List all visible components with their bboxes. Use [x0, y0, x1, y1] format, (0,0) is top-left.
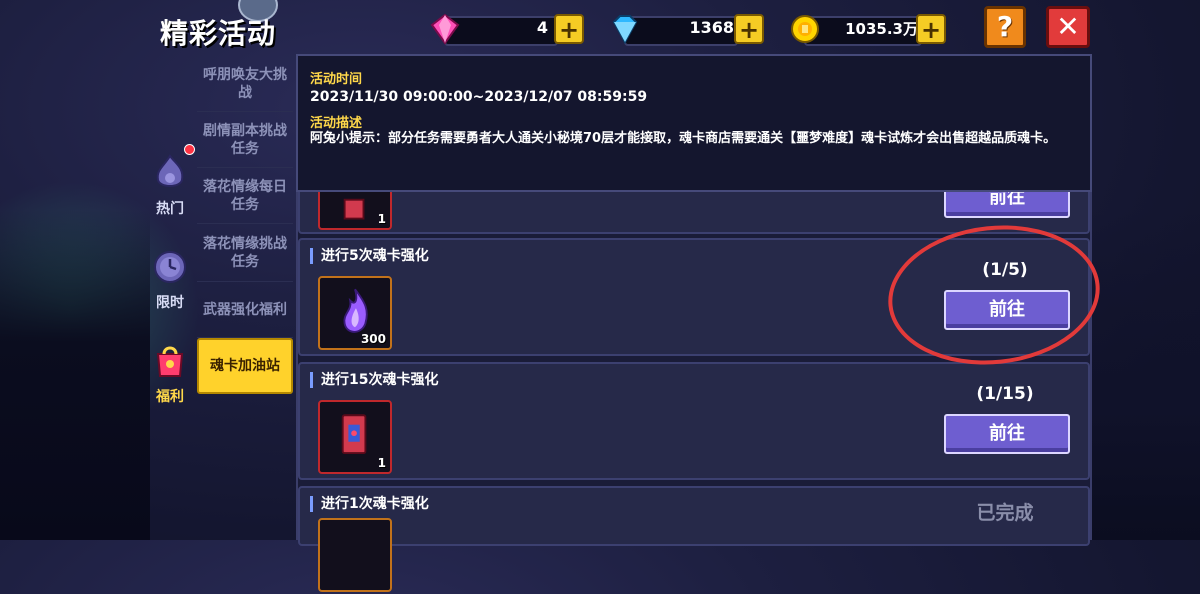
task-card: 进行15次魂卡强化 1 (1/15) 前往	[298, 362, 1090, 480]
gold-coin-icon	[791, 15, 819, 43]
add-gold-button[interactable]: +	[916, 14, 946, 44]
reward-qty: 1	[377, 212, 386, 226]
gift-bag-icon	[156, 346, 184, 377]
reward-slot: 300	[318, 276, 392, 350]
tab-soul-card-station[interactable]: 魂卡加油站	[197, 338, 293, 394]
activity-desc-value: 阿兔小提示：部分任务需要勇者大人通关小秘境70层才能接取，魂卡商店需要通关【噩梦…	[310, 131, 1057, 146]
tab-weapon-enhance[interactable]: 武器强化福利	[197, 282, 293, 338]
pink-gem-count: 4	[536, 18, 548, 37]
blue-diamond-icon	[612, 15, 638, 45]
add-pink-gem-button[interactable]: +	[554, 14, 584, 44]
go-button[interactable]: 前往	[944, 414, 1070, 454]
activity-time-value: 2023/11/30 09:00:00~2023/12/07 08:59:59	[310, 89, 648, 105]
reward-qty: 300	[360, 332, 386, 346]
add-diamond-button[interactable]: +	[734, 14, 764, 44]
flame-bag-icon	[156, 154, 184, 187]
activity-desc-heading: 活动描述	[310, 116, 363, 131]
tab-flower-challenge[interactable]: 落花情缘挑战任务	[197, 224, 293, 282]
background-hill	[1090, 210, 1200, 540]
clock-icon	[154, 251, 186, 283]
category-limited-label: 限时	[156, 295, 184, 311]
reward-slot	[318, 518, 392, 592]
task-progress: (1/15)	[976, 384, 1034, 404]
help-button[interactable]: ?	[984, 6, 1026, 48]
category-hot[interactable]: 热门	[148, 152, 192, 218]
resource-gold: 1035.3万 +	[788, 12, 948, 46]
background-castle-silhouette	[0, 210, 150, 540]
soul-item-icon	[320, 520, 390, 590]
tab-invite-friends[interactable]: 呼朋唤友大挑战	[197, 56, 293, 112]
activity-info: 活动时间 2023/11/30 09:00:00~2023/12/07 08:5…	[296, 54, 1092, 192]
resource-blue-diamond: 1368 +	[608, 12, 768, 46]
resource-pink-gem: 4 +	[428, 12, 588, 46]
reward-qty: 1	[377, 456, 386, 470]
category-welfare-label: 福利	[156, 389, 184, 405]
page-title: 精彩活动	[160, 17, 277, 50]
tab-story-dungeon[interactable]: 剧情副本挑战任务	[197, 112, 293, 168]
category-welfare[interactable]: 福利	[148, 340, 192, 406]
tab-flower-daily[interactable]: 落花情缘每日任务	[197, 168, 293, 224]
task-name: 进行1次魂卡强化	[310, 496, 429, 512]
pink-gem-icon	[430, 13, 460, 45]
task-progress: (1/5)	[982, 260, 1028, 280]
task-name: 进行15次魂卡强化	[310, 372, 438, 388]
gold-count: 1035.3万	[845, 20, 918, 38]
diamond-count: 1368	[689, 18, 734, 37]
category-hot-label: 热门	[156, 201, 184, 217]
task-card: 进行1次魂卡强化 已完成	[298, 486, 1090, 592]
category-limited[interactable]: 限时	[148, 246, 192, 312]
task-completed-status: 已完成	[976, 502, 1034, 524]
go-button[interactable]: 前往	[944, 290, 1070, 330]
reward-slot: 1	[318, 400, 392, 474]
task-card: 进行5次魂卡强化 300 (1/5) 前往	[298, 238, 1090, 356]
activity-time-heading: 活动时间	[310, 72, 363, 87]
task-name: 进行5次魂卡强化	[310, 248, 429, 264]
close-button[interactable]: ✕	[1046, 6, 1090, 48]
